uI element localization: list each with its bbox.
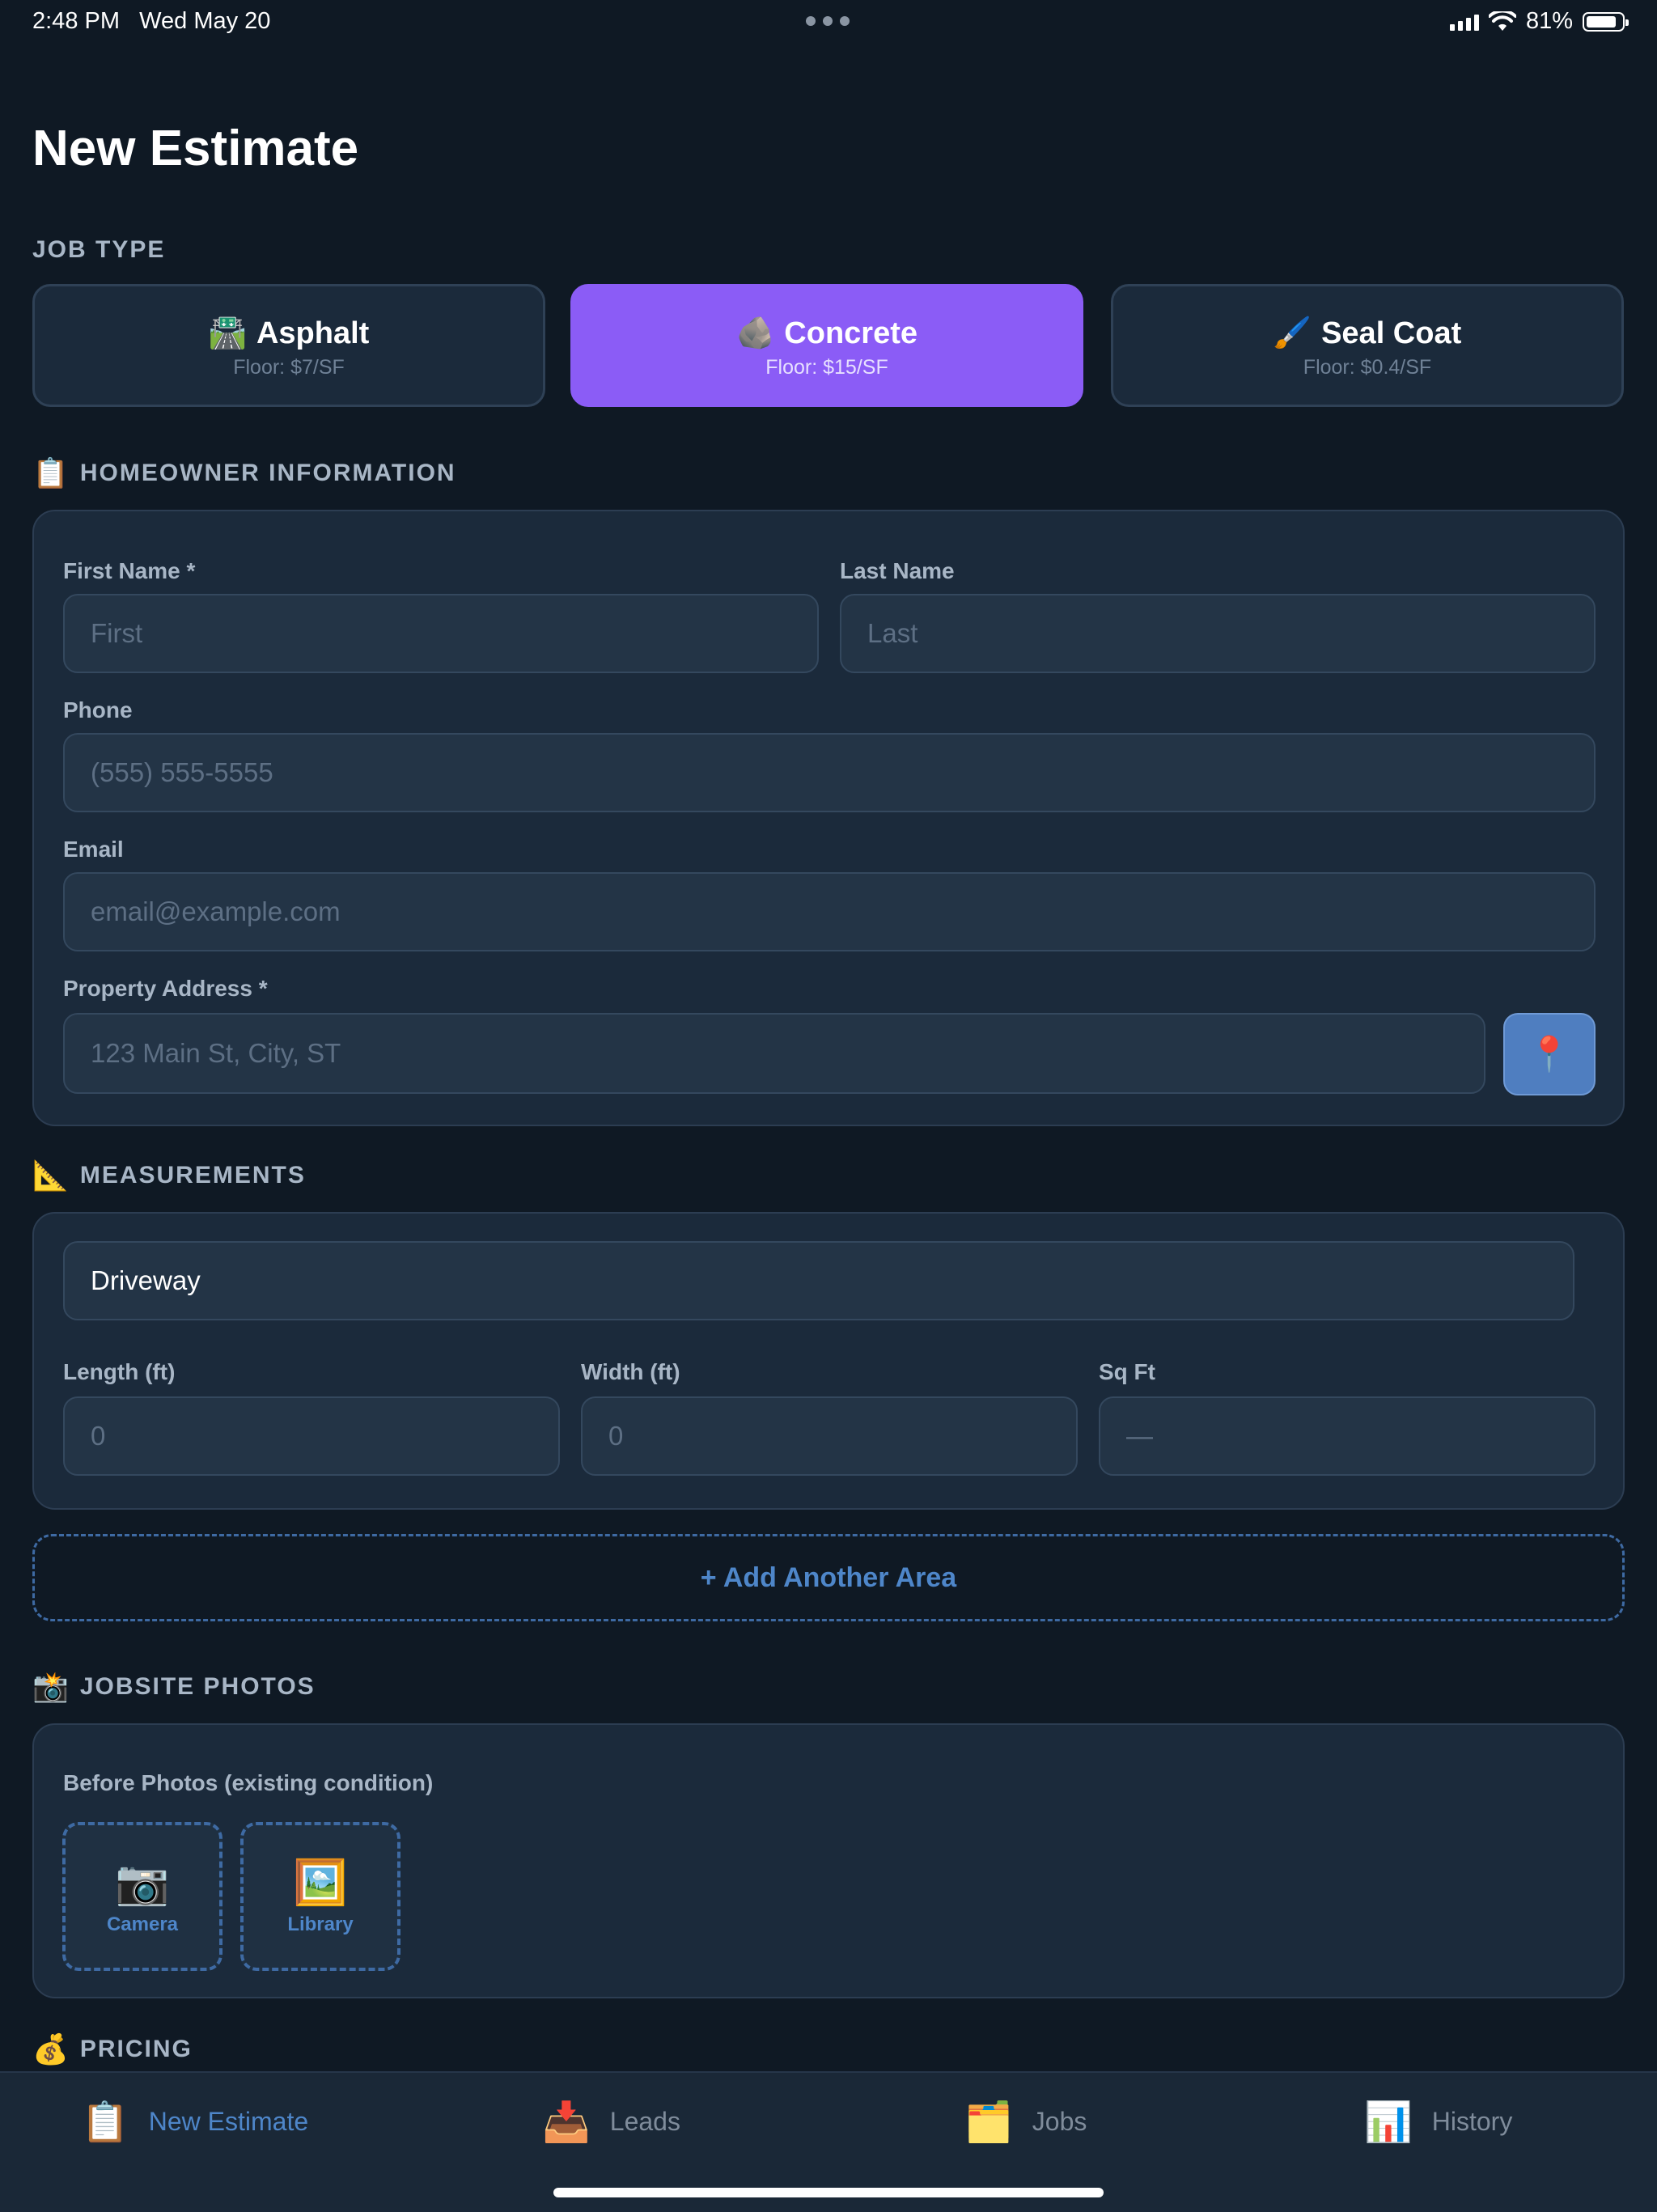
tab-history[interactable]: 📊 History: [1364, 2099, 1512, 2145]
before-photos-label: Before Photos (existing condition): [63, 1770, 434, 1795]
status-time: 2:48 PM Wed May 20: [32, 8, 271, 34]
camera-button[interactable]: 📷 Camera: [62, 1822, 222, 1971]
measurements-heading: 📐 MEASUREMENTS: [32, 1159, 306, 1192]
cellular-signal-icon: [1449, 13, 1479, 31]
sqft-label: Sq Ft: [1099, 1359, 1155, 1384]
camera-icon: 📷: [115, 1858, 170, 1907]
pricing-heading: 💰 PRICING: [32, 2032, 193, 2066]
phone-label: Phone: [63, 697, 133, 723]
length-label: Length (ft): [63, 1359, 176, 1384]
first-name-label: First Name *: [63, 558, 196, 583]
length-input[interactable]: 0: [63, 1396, 560, 1476]
rock-icon: 🪨: [735, 316, 775, 350]
clipboard-icon: 📋: [81, 2101, 129, 2144]
width-input[interactable]: 0: [581, 1396, 1078, 1476]
job-type-asphalt-button[interactable]: 🛣️ Asphalt Floor: $7/SF: [32, 284, 545, 407]
page-title: New Estimate: [32, 121, 359, 176]
picture-icon: 🖼️: [293, 1858, 348, 1907]
first-name-input[interactable]: First: [63, 594, 819, 673]
wifi-icon: [1488, 11, 1516, 31]
camera-flash-icon: 📸: [32, 1670, 69, 1703]
homeowner-card: First Name * First Last Name Last Phone …: [32, 510, 1625, 1126]
locate-address-button[interactable]: 📍: [1503, 1013, 1596, 1095]
photos-heading: 📸 JOBSITE PHOTOS: [32, 1670, 316, 1703]
floor-price: Floor: $0.4/SF: [1303, 356, 1432, 379]
area-name-input[interactable]: Driveway: [63, 1241, 1574, 1320]
tab-new-estimate[interactable]: 📋 New Estimate: [81, 2099, 308, 2145]
inbox-tray-icon: 📥: [542, 2101, 591, 2144]
tab-jobs[interactable]: 🗂️ Jobs: [964, 2099, 1087, 2145]
job-type-heading: JOB TYPE: [32, 236, 166, 263]
floor-price: Floor: $15/SF: [765, 356, 888, 379]
multitasking-dots[interactable]: [806, 16, 850, 26]
paintbrush-icon: 🖌️: [1273, 316, 1312, 350]
card-index-icon: 🗂️: [964, 2101, 1013, 2144]
road-icon: 🛣️: [208, 316, 247, 350]
library-button[interactable]: 🖼️ Library: [240, 1822, 400, 1971]
email-label: Email: [63, 837, 124, 862]
address-label: Property Address *: [63, 976, 268, 1001]
tab-leads[interactable]: 📥 Leads: [542, 2099, 680, 2145]
width-label: Width (ft): [581, 1359, 680, 1384]
floor-price: Floor: $7/SF: [233, 356, 345, 379]
phone-input[interactable]: (555) 555-5555: [63, 733, 1596, 812]
address-input[interactable]: 123 Main St, City, ST: [63, 1013, 1485, 1094]
triangle-ruler-icon: 📐: [32, 1159, 69, 1192]
clipboard-icon: 📋: [32, 456, 69, 489]
homeowner-heading: 📋 HOMEOWNER INFORMATION: [32, 456, 456, 489]
last-name-label: Last Name: [840, 558, 955, 583]
last-name-input[interactable]: Last: [840, 594, 1596, 673]
location-pin-icon: 📍: [1528, 1034, 1571, 1073]
status-right: 81%: [1449, 8, 1629, 35]
battery-icon: [1583, 11, 1629, 32]
bar-chart-icon: 📊: [1364, 2101, 1413, 2144]
job-type-seal-coat-button[interactable]: 🖌️ Seal Coat Floor: $0.4/SF: [1111, 284, 1624, 407]
status-bar: 2:48 PM Wed May 20 81%: [0, 0, 1657, 45]
job-type-concrete-button[interactable]: 🪨 Concrete Floor: $15/SF: [570, 284, 1083, 407]
sqft-output: —: [1099, 1396, 1596, 1476]
measurements-card: Driveway Length (ft) 0 Width (ft) 0 Sq F…: [32, 1212, 1625, 1510]
money-bag-icon: 💰: [32, 2032, 69, 2066]
add-another-area-button[interactable]: + Add Another Area: [32, 1534, 1625, 1621]
home-indicator[interactable]: [553, 2188, 1104, 2197]
battery-percent: 81%: [1525, 8, 1573, 34]
email-input[interactable]: email@example.com: [63, 872, 1596, 951]
